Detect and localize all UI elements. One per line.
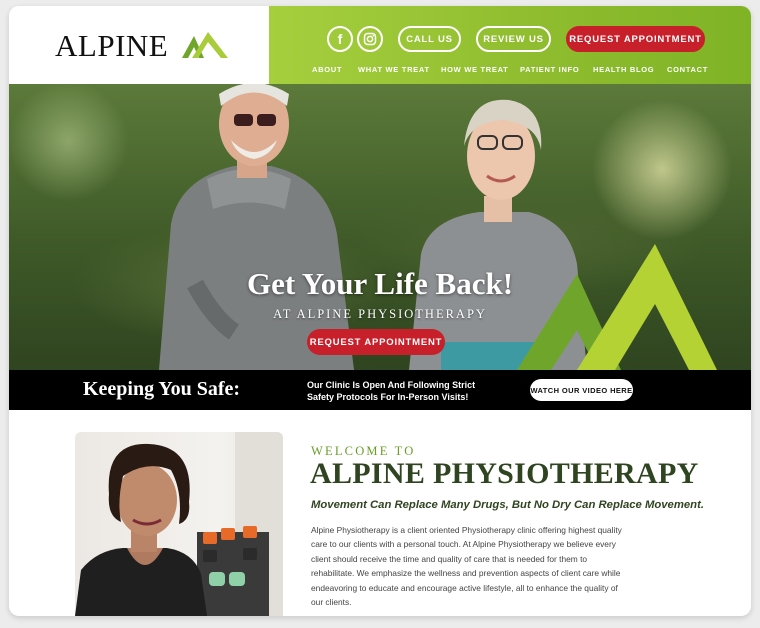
page-frame: ALPINE f CALL US REVIEW US REQUEST APPOI… (9, 6, 751, 616)
body-line: our clients. (311, 597, 352, 608)
safety-text-line: Our Clinic Is Open And Following Strict (307, 380, 476, 390)
therapist-photo (75, 432, 283, 616)
call-us-button[interactable]: CALL US (398, 26, 461, 52)
safety-banner: Keeping You Safe: Our Clinic Is Open And… (9, 370, 751, 410)
site-header: ALPINE f CALL US REVIEW US REQUEST APPOI… (9, 6, 751, 84)
logo-text: ALPINE (55, 28, 169, 63)
mountain-logo-icon (182, 32, 228, 58)
review-us-button[interactable]: REVIEW US (476, 26, 551, 52)
nav-about[interactable]: ABOUT (312, 65, 342, 74)
logo[interactable]: ALPINE (9, 6, 269, 84)
body-line: Alpine Physiotherapy is a client oriente… (311, 525, 622, 535)
welcome-body: Alpine Physiotherapy is a client oriente… (311, 523, 699, 609)
nav-contact[interactable]: CONTACT (667, 65, 708, 74)
safety-text: Our Clinic Is Open And Following Strict … (307, 379, 517, 403)
facebook-icon: f (337, 31, 343, 47)
hero-request-appointment-button[interactable]: REQUEST APPOINTMENT (307, 329, 445, 355)
header-nav-bar: f CALL US REVIEW US REQUEST APPOINTMENT … (269, 6, 751, 84)
hero-title: Get Your Life Back! (246, 266, 514, 301)
body-line: care to our clients with a personal touc… (311, 539, 616, 550)
watch-video-button[interactable]: WATCH OUR VIDEO HERE (530, 379, 633, 401)
facebook-button[interactable]: f (327, 26, 353, 52)
body-line: rehabilitate. We emphasize the wellness … (311, 568, 621, 579)
hero-subtitle: AT ALPINE PHYSIOTHERAPY (273, 307, 487, 321)
nav-what-we-treat[interactable]: WHAT WE TREAT (358, 65, 430, 74)
hero-banner: Get Your Life Back! AT ALPINE PHYSIOTHER… (9, 84, 751, 370)
body-line: endeavoring to educate and encourage act… (311, 582, 618, 593)
instagram-icon (363, 32, 377, 46)
nav-how-we-treat[interactable]: HOW WE TREAT (441, 65, 508, 74)
nav-health-blog[interactable]: HEALTH BLOG (593, 65, 654, 74)
request-appointment-button[interactable]: REQUEST APPOINTMENT (566, 26, 705, 52)
body-line: client should receive the time and quali… (311, 553, 588, 564)
welcome-title: ALPINE PHYSIOTHERAPY (310, 457, 699, 490)
instagram-button[interactable] (357, 26, 383, 52)
safety-text-line: Safety Protocols For In-Person Visits! (307, 392, 469, 402)
welcome-tagline: Movement Can Replace Many Drugs, But No … (311, 499, 704, 511)
safety-title: Keeping You Safe: (83, 378, 241, 400)
nav-patient-info[interactable]: PATIENT INFO (520, 65, 579, 74)
therapist-portrait (75, 432, 283, 616)
